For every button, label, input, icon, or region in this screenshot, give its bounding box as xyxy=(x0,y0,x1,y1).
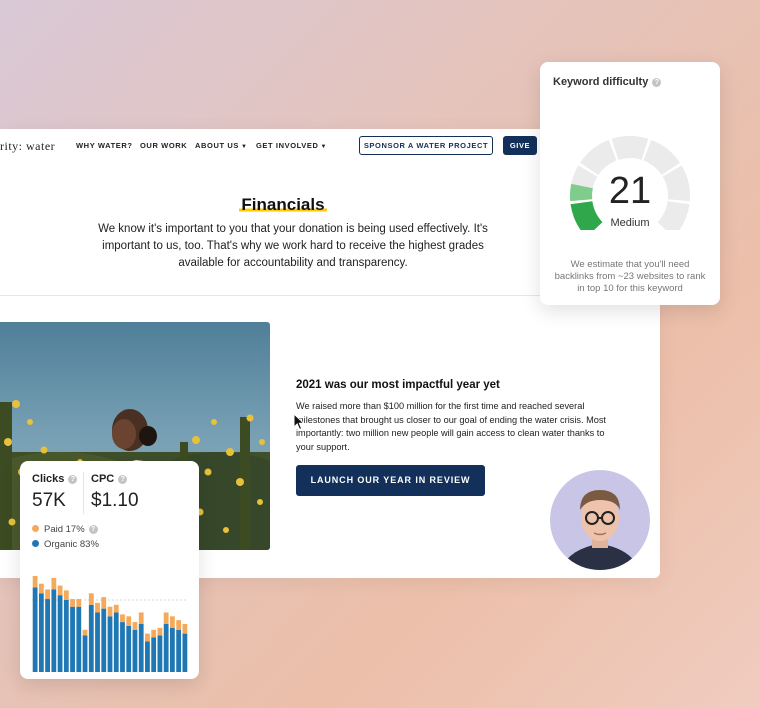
person-avatar xyxy=(550,470,650,570)
organic-bar xyxy=(176,629,182,672)
organic-bar xyxy=(182,633,188,672)
paid-bar xyxy=(63,590,69,600)
organic-bar xyxy=(70,606,75,672)
nav-item-about-us[interactable]: ABOUT US ▼ xyxy=(195,141,248,150)
keyword-difficulty-level: Medium xyxy=(610,217,650,229)
organic-bar xyxy=(88,604,94,672)
clicks-bar-chart xyxy=(32,576,188,672)
paid-bar xyxy=(70,599,75,607)
question-circle-icon[interactable]: ? xyxy=(68,475,78,484)
cpc-label: CPC? xyxy=(91,473,128,485)
site-logo[interactable]: rity: water xyxy=(0,139,55,154)
paid-bar xyxy=(32,576,38,588)
launch-year-in-review-button[interactable]: LAUNCH OUR YEAR IN REVIEW xyxy=(296,465,485,496)
paid-bar xyxy=(82,629,88,636)
year-review-description: We raised more than $100 million for the… xyxy=(296,401,606,452)
paid-bar xyxy=(76,599,82,607)
paid-bar xyxy=(95,602,100,613)
keyword-difficulty-description: We estimate that you'll need backlinks f… xyxy=(554,259,706,294)
paid-bar xyxy=(170,616,175,628)
organic-bar xyxy=(157,635,163,672)
paid-bar xyxy=(126,616,132,626)
paid-bar xyxy=(51,577,57,590)
year-review-heading: 2021 was our most impactful year yet xyxy=(296,379,500,391)
metric-separator xyxy=(83,472,84,514)
paid-bar xyxy=(145,633,150,642)
paid-bar xyxy=(38,583,44,594)
organic-bar xyxy=(101,608,107,672)
nav-item-why-water[interactable]: WHY WATER? xyxy=(76,141,133,150)
organic-bar xyxy=(51,589,57,672)
organic-bar xyxy=(151,637,157,672)
paid-bar xyxy=(163,612,169,624)
mouse-pointer-icon xyxy=(293,413,305,431)
organic-bar xyxy=(76,606,82,672)
question-circle-icon[interactable]: ? xyxy=(88,525,98,534)
organic-bar xyxy=(138,624,144,672)
sponsor-project-button[interactable]: SPONSOR A WATER PROJECT xyxy=(359,136,493,155)
caret-down-icon: ▼ xyxy=(320,144,328,150)
nav-item-our-work[interactable]: OUR WORK xyxy=(140,141,187,150)
nav-item-get-involved[interactable]: GET INVOLVED ▼ xyxy=(256,141,327,150)
clicks-cpc-card: Clicks? CPC? 57K $1.10 Paid 17%? Organic… xyxy=(20,461,199,679)
paid-bar xyxy=(138,612,144,624)
paid-bar xyxy=(120,614,125,623)
keyword-difficulty-title: Keyword difficulty? xyxy=(553,76,662,88)
caret-down-icon: ▼ xyxy=(240,144,248,150)
paid-bar xyxy=(113,604,119,613)
cpc-value: $1.10 xyxy=(91,490,139,511)
man-with-glasses-portrait xyxy=(550,470,650,570)
organic-bar xyxy=(82,635,88,672)
paid-bar xyxy=(157,627,163,636)
organic-bar xyxy=(126,625,132,672)
paid-bar xyxy=(182,624,188,634)
keyword-difficulty-value: 21 xyxy=(608,170,652,212)
organic-bar xyxy=(95,612,100,672)
paid-bar xyxy=(88,593,94,605)
organic-bar xyxy=(107,616,113,672)
paid-bar xyxy=(107,606,113,617)
gauge-segment xyxy=(611,136,649,160)
organic-bar xyxy=(63,600,69,672)
paid-bar xyxy=(176,620,182,630)
paid-bar xyxy=(132,622,138,630)
paid-bar xyxy=(45,589,50,600)
organic-bar xyxy=(163,624,169,672)
give-button[interactable]: GIVE xyxy=(503,136,537,155)
organic-bar xyxy=(38,593,44,672)
organic-bar xyxy=(145,641,150,672)
financials-description: We know it's important to you that your … xyxy=(98,223,488,269)
clicks-label: Clicks? xyxy=(32,473,78,485)
organic-dot-icon xyxy=(32,540,39,547)
organic-bar xyxy=(170,627,175,672)
organic-bar xyxy=(45,599,50,672)
paid-bar xyxy=(57,585,63,596)
legend-paid: Paid 17%? xyxy=(32,524,98,535)
legend-organic: Organic 83% xyxy=(32,539,99,550)
organic-bar xyxy=(57,595,63,672)
organic-bar xyxy=(32,587,38,672)
question-circle-icon[interactable]: ? xyxy=(118,475,128,484)
paid-bar xyxy=(151,629,157,638)
financials-heading: Financials xyxy=(239,195,327,214)
organic-bar xyxy=(120,622,125,672)
question-circle-icon[interactable]: ? xyxy=(652,78,662,87)
clicks-value: 57K xyxy=(32,490,66,511)
organic-bar xyxy=(132,629,138,672)
paid-dot-icon xyxy=(32,525,39,532)
keyword-difficulty-card: Keyword difficulty? 21 Medium We estimat… xyxy=(540,62,720,305)
organic-bar xyxy=(113,612,119,672)
paid-bar xyxy=(101,597,107,609)
